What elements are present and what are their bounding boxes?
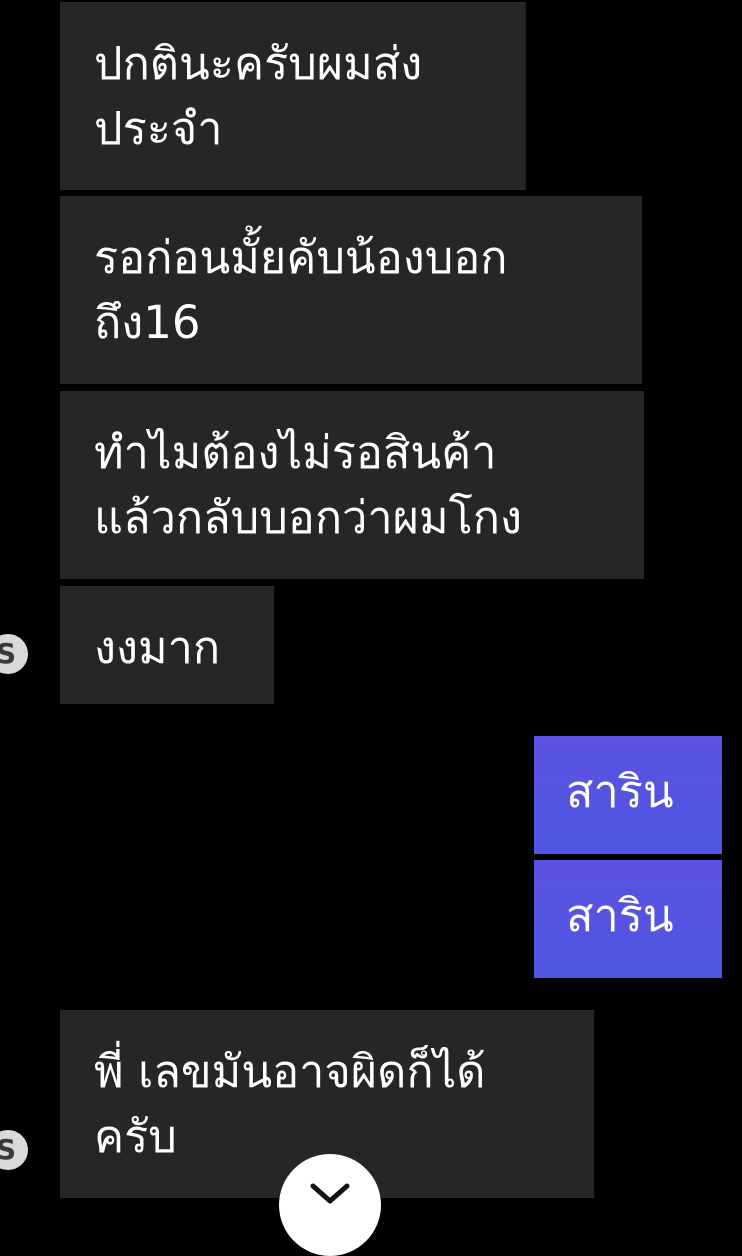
- message-bubble-outgoing[interactable]: สาริน: [534, 860, 722, 978]
- scroll-to-bottom-button[interactable]: [279, 1154, 381, 1256]
- chevron-down-icon: [310, 1183, 350, 1204]
- message-bubble-incoming[interactable]: ปกตินะครับผมส่ง ประจำ: [60, 2, 526, 190]
- avatar-glyph: S: [0, 637, 17, 670]
- message-bubble-incoming[interactable]: รอก่อนมั้ยคับน้องบอก ถึง16: [60, 196, 642, 384]
- message-bubble-incoming[interactable]: งงมาก: [60, 586, 274, 704]
- avatar[interactable]: S: [0, 634, 28, 674]
- avatar[interactable]: S: [0, 1130, 28, 1170]
- message-bubble-incoming[interactable]: ทำไมต้องไม่รอสินค้า แล้วกลับบอกว่าผมโกง: [60, 391, 644, 579]
- message-bubble-outgoing[interactable]: สาริน: [534, 736, 722, 854]
- avatar-glyph: S: [0, 1133, 17, 1166]
